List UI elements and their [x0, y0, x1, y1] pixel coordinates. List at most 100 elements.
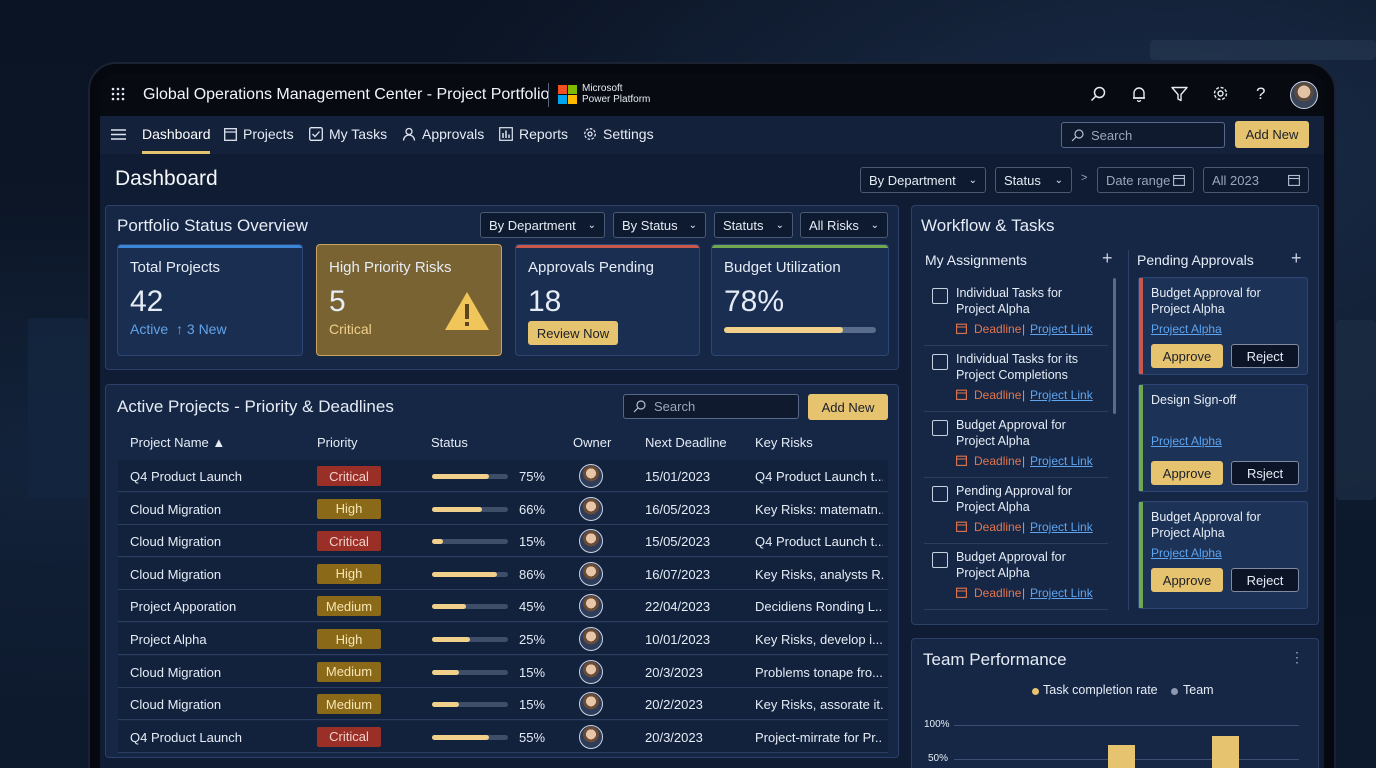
approvals-title: Pending Approvals [1137, 252, 1254, 268]
kpi-approvals-title: Approvals Pending [528, 259, 654, 276]
col-next-deadline[interactable]: Next Deadline [645, 435, 727, 450]
owner-avatar[interactable] [579, 594, 603, 619]
table-row[interactable]: Cloud Migration High 66% 16/05/2023 Key Risk… [118, 492, 888, 525]
user-avatar[interactable] [1290, 81, 1318, 109]
search-icon [1071, 128, 1084, 141]
year-input[interactable]: All 2023 [1203, 167, 1309, 193]
table-header: Project Name ▲ Priority Status Owner Nex… [118, 435, 888, 457]
table-row[interactable]: Project Alpha High 25% 10/01/2023 Key Risks,… [118, 623, 888, 655]
calendar-icon [1173, 174, 1185, 186]
add-assignment-icon[interactable]: + [1102, 248, 1113, 269]
notification-bell-icon[interactable] [1131, 86, 1147, 102]
add-new-button[interactable]: Add New [1235, 121, 1309, 148]
nav-settings[interactable]: Settings [583, 126, 654, 142]
approval-card[interactable]: Budget Approval for Project Alpha Project … [1138, 277, 1308, 375]
approval-project-link[interactable]: Project Alpha [1151, 322, 1222, 336]
owner-avatar[interactable] [579, 724, 603, 749]
assignment-checkbox[interactable] [932, 486, 948, 502]
nav-dashboard[interactable]: Dashboard [142, 126, 211, 142]
projects-add-new-button[interactable]: Add New [808, 394, 888, 420]
assignment-item[interactable]: Individual Tasks for Project Alpha Deadlin… [924, 282, 1108, 346]
app-title: Global Operations Management Center - Pr… [143, 86, 550, 103]
assignment-project-link[interactable]: Project Link [1030, 388, 1093, 402]
assignment-item[interactable]: Budget Approval for Project Alpha Deadline… [924, 546, 1108, 610]
nav-dashboard-label: Dashboard [142, 126, 211, 142]
nav-reports[interactable]: Reports [499, 126, 568, 142]
kpi-accent-bar [712, 245, 888, 248]
status-percent: 55% [519, 729, 546, 745]
portfolio-filter-department[interactable]: By Department ⌄ [480, 212, 605, 238]
assignment-project-link[interactable]: Project Link [1030, 454, 1093, 468]
assignment-project-link[interactable]: Project Link [1030, 586, 1093, 600]
col-project-name[interactable]: Project Name ▲ [130, 435, 225, 450]
assignment-item[interactable]: Budget Approval for Project Alpha Deadline… [924, 414, 1108, 478]
hamburger-menu-icon[interactable] [111, 128, 126, 141]
owner-avatar[interactable] [579, 659, 603, 684]
reject-button[interactable]: Reject [1231, 344, 1299, 368]
col-priority[interactable]: Priority [317, 435, 357, 450]
next-deadline: 20/3/2023 [645, 729, 703, 745]
assignment-checkbox[interactable] [932, 552, 948, 568]
owner-avatar[interactable] [579, 464, 603, 488]
assignment-checkbox[interactable] [932, 420, 948, 436]
kpi-total-projects[interactable]: Total Projects 42 Active ↑ 3 New [117, 244, 303, 356]
filter-icon[interactable] [1171, 86, 1188, 102]
date-range-input[interactable]: Date range [1097, 167, 1194, 193]
assignment-checkbox[interactable] [932, 354, 948, 370]
assignments-scrollbar[interactable] [1113, 278, 1116, 414]
table-row[interactable]: Cloud Migration High 86% 16/07/2023 Key Risk… [118, 557, 888, 590]
status-progress-fill [432, 702, 459, 708]
reject-button[interactable]: Rsject [1231, 461, 1299, 485]
table-row[interactable]: Cloud Migration Medium 15% 20/2/2023 Key Ris… [118, 688, 888, 721]
approval-project-link[interactable]: Project Alpha [1151, 546, 1222, 560]
nav-my-tasks[interactable]: My Tasks [309, 126, 387, 142]
assignment-project-link[interactable]: Project Link [1030, 322, 1093, 336]
portfolio-filter-status[interactable]: By Status ⌄ [613, 212, 706, 238]
priority-badge: Medium [317, 596, 381, 617]
owner-avatar[interactable] [579, 529, 603, 554]
portfolio-filter-statuts[interactable]: Statuts ⌄ [714, 212, 793, 238]
review-now-button[interactable]: Review Now [528, 321, 618, 345]
table-row[interactable]: Cloud Migration Critical 15% 15/05/2023 Q4 P… [118, 525, 888, 558]
approval-card[interactable]: Design Sign-off Project Alpha Approve Rsjec… [1138, 384, 1308, 492]
col-status[interactable]: Status [431, 435, 468, 450]
col-owner[interactable]: Owner [573, 435, 611, 450]
portfolio-status-card: Portfolio Status Overview By Department ⌄… [105, 205, 899, 370]
table-row[interactable]: Project Apporation Medium 45% 22/04/2023 Dec… [118, 590, 888, 623]
assignment-checkbox[interactable] [932, 288, 948, 304]
table-row[interactable]: Q4 Product Launch Critical 55% 20/3/2023 Pro… [118, 720, 888, 753]
global-search-input[interactable]: Search [1061, 122, 1225, 148]
reject-button[interactable]: Reject [1231, 568, 1299, 592]
approve-button[interactable]: Approve [1151, 344, 1223, 368]
kpi-high-priority-risks[interactable]: High Priority Risks 5 Critical [316, 244, 502, 356]
assignment-item[interactable]: Pending Approval for Project Alpha Deadlin… [924, 480, 1108, 544]
portfolio-filter-risks[interactable]: All Risks ⌄ [800, 212, 888, 238]
assignment-item[interactable]: Individual Tasks for its Project Completi… [924, 348, 1108, 412]
owner-avatar[interactable] [579, 561, 603, 586]
more-options-icon[interactable]: ⋮ [1290, 649, 1304, 666]
add-approval-icon[interactable]: + [1291, 248, 1302, 269]
approve-button[interactable]: Approve [1151, 461, 1223, 485]
col-key-risks[interactable]: Key Risks [755, 435, 813, 450]
table-row[interactable]: Q4 Product Launch Critical 75% 15/01/2023 Q4… [118, 460, 888, 492]
approval-project-link[interactable]: Project Alpha [1151, 434, 1222, 448]
nav-active-underline [142, 151, 210, 154]
status-filter[interactable]: Status ⌄ [995, 167, 1072, 193]
nav-approvals[interactable]: Approvals [402, 126, 484, 142]
settings-gear-icon[interactable] [1212, 85, 1229, 102]
table-row[interactable]: Cloud Migration Medium 15% 20/3/2023 Problem… [118, 655, 888, 688]
department-filter[interactable]: By Department ⌄ [860, 167, 986, 193]
nav-projects[interactable]: Projects [224, 126, 294, 142]
approval-card[interactable]: Budget Approval for Project Alpha Project … [1138, 501, 1308, 609]
approve-button[interactable]: Approve [1151, 568, 1223, 592]
kpi-budget-utilization[interactable]: Budget Utilization 78% [711, 244, 889, 356]
help-icon[interactable]: ? [1256, 84, 1265, 104]
kpi-approvals-pending[interactable]: Approvals Pending 18 Review Now [515, 244, 700, 356]
search-icon[interactable] [1090, 86, 1106, 102]
owner-avatar[interactable] [579, 627, 603, 651]
projects-search-input[interactable]: Search [623, 394, 799, 419]
assignment-project-link[interactable]: Project Link [1030, 520, 1093, 534]
owner-avatar[interactable] [579, 496, 603, 521]
owner-avatar[interactable] [579, 692, 603, 717]
app-launcher-icon[interactable] [110, 86, 126, 102]
